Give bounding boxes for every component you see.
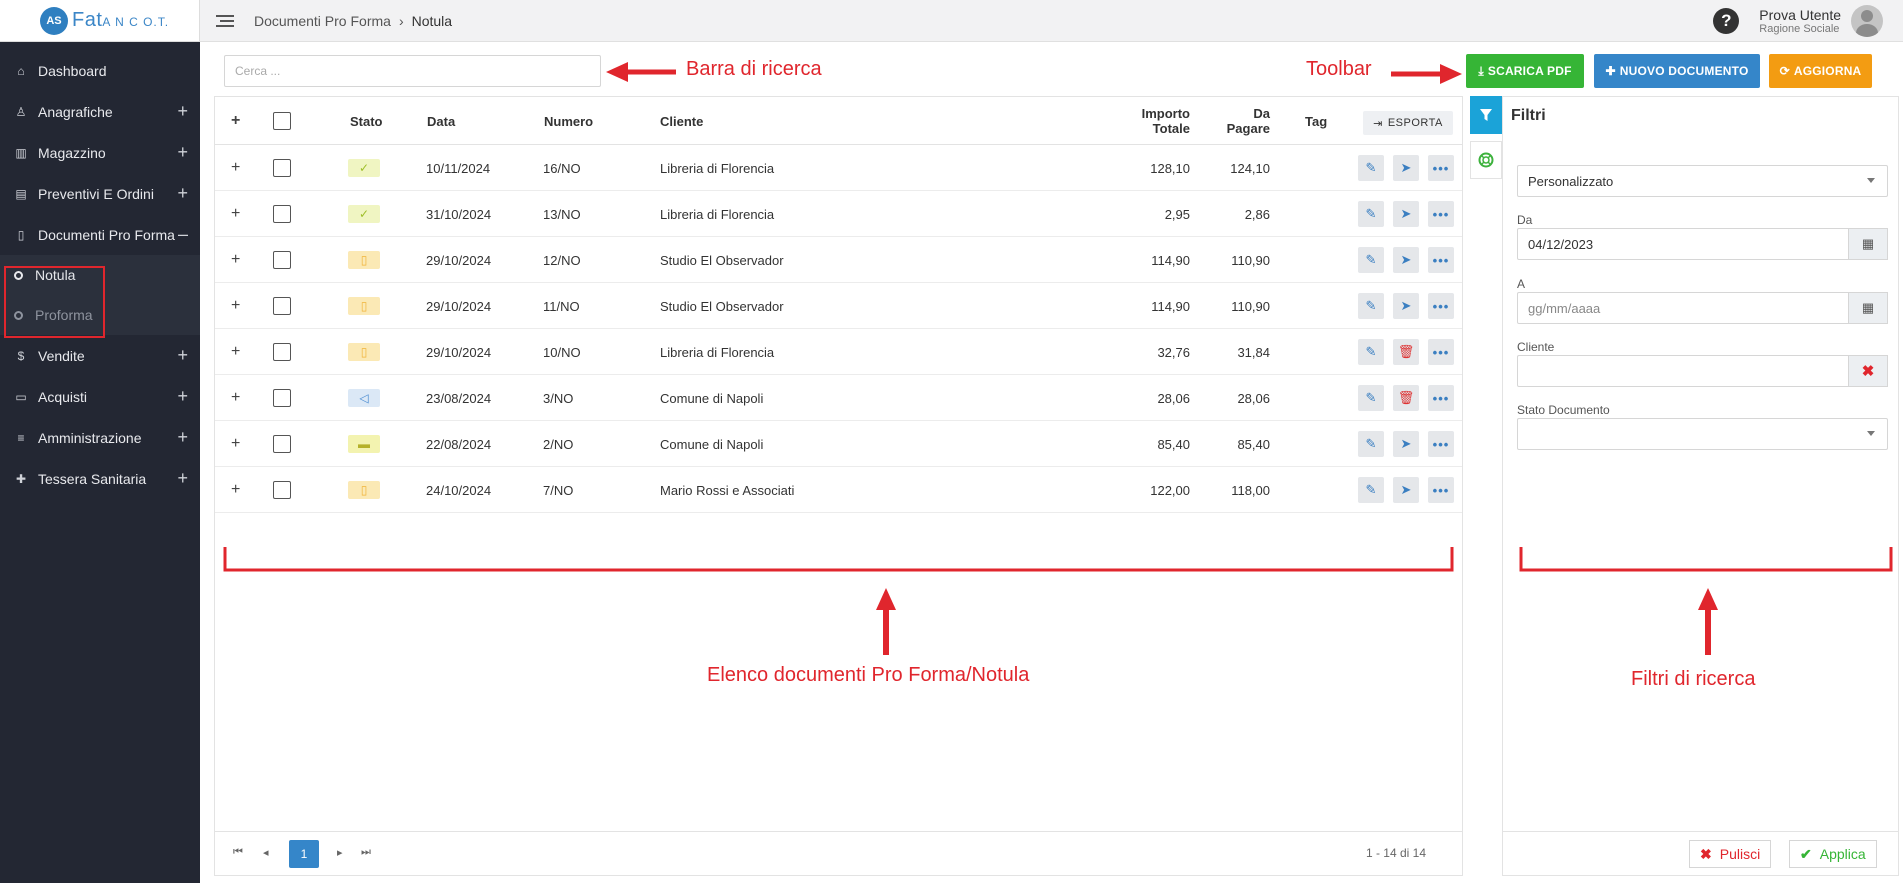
annotation-search: Barra di ricerca xyxy=(686,58,822,80)
annotation-toolbar: Toolbar xyxy=(1306,58,1372,80)
annotation-list: Elenco documenti Pro Forma/Notula xyxy=(707,664,1030,686)
annotation-filters: Filtri di ricerca xyxy=(1631,668,1756,690)
annotation-arrows xyxy=(223,62,1893,655)
